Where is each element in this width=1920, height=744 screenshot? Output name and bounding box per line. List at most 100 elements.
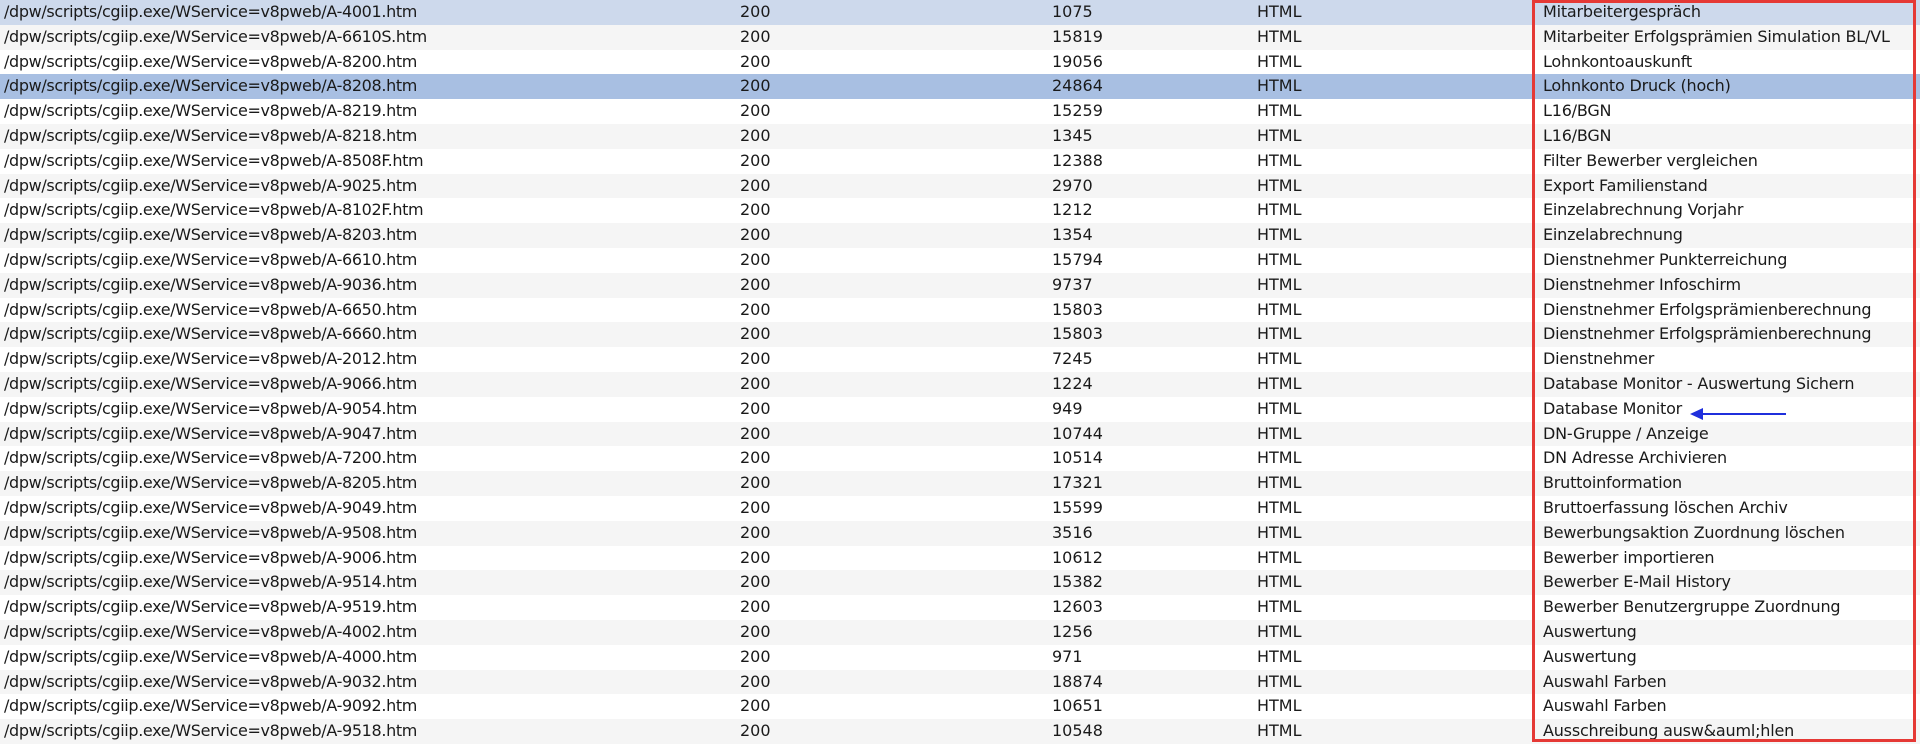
page-title-cell: Auswertung bbox=[1543, 646, 1637, 666]
content-type-cell: HTML bbox=[1257, 373, 1302, 393]
table-row[interactable]: /dpw/scripts/cgiip.exe/WService=v8pweb/A… bbox=[0, 50, 1920, 75]
page-title-cell: DN Adresse Archivieren bbox=[1543, 448, 1727, 468]
table-row[interactable]: /dpw/scripts/cgiip.exe/WService=v8pweb/A… bbox=[0, 248, 1920, 273]
table-row[interactable]: /dpw/scripts/cgiip.exe/WService=v8pweb/A… bbox=[0, 446, 1920, 471]
table-row[interactable]: /dpw/scripts/cgiip.exe/WService=v8pweb/A… bbox=[0, 298, 1920, 323]
status-code-cell: 200 bbox=[740, 721, 771, 741]
page-title-cell: Dienstnehmer bbox=[1543, 349, 1655, 369]
page-title-cell: Auswahl Farben bbox=[1543, 696, 1667, 716]
table-row[interactable]: /dpw/scripts/cgiip.exe/WService=v8pweb/A… bbox=[0, 0, 1920, 25]
table-row[interactable]: /dpw/scripts/cgiip.exe/WService=v8pweb/A… bbox=[0, 123, 1920, 149]
table-row[interactable]: /dpw/scripts/cgiip.exe/WService=v8pweb/A… bbox=[0, 322, 1920, 348]
response-size-cell: 1075 bbox=[1052, 2, 1093, 21]
table-row[interactable]: /dpw/scripts/cgiip.exe/WService=v8pweb/A… bbox=[0, 397, 1920, 422]
table-row[interactable]: /dpw/scripts/cgiip.exe/WService=v8pweb/A… bbox=[0, 496, 1920, 521]
content-type-cell: HTML bbox=[1257, 522, 1302, 542]
content-type-cell: HTML bbox=[1257, 721, 1302, 741]
page-title-cell: Database Monitor bbox=[1543, 398, 1683, 418]
status-code-cell: 200 bbox=[740, 448, 771, 468]
table-row[interactable]: /dpw/scripts/cgiip.exe/WService=v8pweb/A… bbox=[0, 694, 1920, 719]
table-row[interactable]: /dpw/scripts/cgiip.exe/WService=v8pweb/A… bbox=[0, 24, 1920, 50]
request-url-cell: /dpw/scripts/cgiip.exe/WService=v8pweb/A… bbox=[4, 448, 418, 468]
response-size-cell: 949 bbox=[1052, 398, 1083, 418]
table-row[interactable]: /dpw/scripts/cgiip.exe/WService=v8pweb/A… bbox=[0, 595, 1920, 620]
table-row[interactable]: /dpw/scripts/cgiip.exe/WService=v8pweb/A… bbox=[0, 619, 1920, 645]
request-url-cell: /dpw/scripts/cgiip.exe/WService=v8pweb/A… bbox=[4, 324, 418, 344]
request-url-cell: /dpw/scripts/cgiip.exe/WService=v8pweb/A… bbox=[4, 497, 418, 517]
request-url-cell: /dpw/scripts/cgiip.exe/WService=v8pweb/A… bbox=[4, 547, 418, 567]
response-size-cell: 18874 bbox=[1052, 671, 1103, 691]
request-url-cell: /dpw/scripts/cgiip.exe/WService=v8pweb/A… bbox=[4, 200, 424, 220]
page-title-cell: Bewerber importieren bbox=[1543, 547, 1715, 567]
content-type-cell: HTML bbox=[1257, 150, 1302, 170]
request-url-cell: /dpw/scripts/cgiip.exe/WService=v8pweb/A… bbox=[4, 671, 418, 691]
status-code-cell: 200 bbox=[740, 150, 771, 170]
table-row[interactable]: /dpw/scripts/cgiip.exe/WService=v8pweb/A… bbox=[0, 520, 1920, 546]
response-size-cell: 2970 bbox=[1052, 175, 1093, 195]
page-title-cell: Mitarbeiter Erfolgsprämien Simulation BL… bbox=[1543, 26, 1890, 46]
content-type-cell: HTML bbox=[1257, 299, 1302, 319]
table-row[interactable]: /dpw/scripts/cgiip.exe/WService=v8pweb/A… bbox=[0, 99, 1920, 124]
content-type-cell: HTML bbox=[1257, 225, 1302, 245]
request-url-cell: /dpw/scripts/cgiip.exe/WService=v8pweb/A… bbox=[4, 473, 418, 493]
response-size-cell: 1224 bbox=[1052, 373, 1093, 393]
content-type-cell: HTML bbox=[1257, 497, 1302, 517]
response-size-cell: 971 bbox=[1052, 646, 1083, 666]
response-size-cell: 15382 bbox=[1052, 572, 1103, 592]
table-row[interactable]: /dpw/scripts/cgiip.exe/WService=v8pweb/A… bbox=[0, 347, 1920, 372]
table-row[interactable]: /dpw/scripts/cgiip.exe/WService=v8pweb/A… bbox=[0, 669, 1920, 695]
status-code-cell: 200 bbox=[740, 373, 771, 393]
request-url-cell: /dpw/scripts/cgiip.exe/WService=v8pweb/A… bbox=[4, 621, 418, 641]
page-title-cell: Bruttoerfassung löschen Archiv bbox=[1543, 497, 1788, 517]
table-row[interactable]: /dpw/scripts/cgiip.exe/WService=v8pweb/A… bbox=[0, 546, 1920, 571]
page-title-cell: Bewerber Benutzergruppe Zuordnung bbox=[1543, 597, 1841, 617]
request-url-cell: /dpw/scripts/cgiip.exe/WService=v8pweb/A… bbox=[4, 696, 418, 716]
request-url-cell: /dpw/scripts/cgiip.exe/WService=v8pweb/A… bbox=[4, 175, 418, 195]
page-title-cell: Database Monitor - Auswertung Sichern bbox=[1543, 373, 1855, 393]
content-type-cell: HTML bbox=[1257, 51, 1302, 71]
request-url-cell: /dpw/scripts/cgiip.exe/WService=v8pweb/A… bbox=[4, 646, 418, 666]
page-title-cell: Bruttoinformation bbox=[1543, 473, 1682, 493]
page-title-cell: Dienstnehmer Punkterreichung bbox=[1543, 249, 1788, 269]
table-row[interactable]: /dpw/scripts/cgiip.exe/WService=v8pweb/A… bbox=[0, 471, 1920, 496]
request-url-cell: /dpw/scripts/cgiip.exe/WService=v8pweb/A… bbox=[4, 150, 424, 170]
table-row[interactable]: /dpw/scripts/cgiip.exe/WService=v8pweb/A… bbox=[0, 421, 1920, 447]
table-row[interactable]: /dpw/scripts/cgiip.exe/WService=v8pweb/A… bbox=[0, 645, 1920, 670]
response-size-cell: 12388 bbox=[1052, 150, 1103, 170]
status-code-cell: 200 bbox=[740, 398, 771, 418]
response-size-cell: 15259 bbox=[1052, 101, 1103, 121]
request-url-cell: /dpw/scripts/cgiip.exe/WService=v8pweb/A… bbox=[4, 101, 418, 121]
content-type-cell: HTML bbox=[1257, 423, 1302, 443]
response-size-cell: 15599 bbox=[1052, 497, 1103, 517]
table-row[interactable]: /dpw/scripts/cgiip.exe/WService=v8pweb/A… bbox=[0, 570, 1920, 596]
table-row[interactable]: /dpw/scripts/cgiip.exe/WService=v8pweb/A… bbox=[0, 719, 1920, 744]
content-type-cell: HTML bbox=[1257, 274, 1302, 294]
status-code-cell: 200 bbox=[740, 51, 771, 71]
table-row[interactable]: /dpw/scripts/cgiip.exe/WService=v8pweb/A… bbox=[0, 149, 1920, 174]
status-code-cell: 200 bbox=[740, 349, 771, 369]
content-type-cell: HTML bbox=[1257, 621, 1302, 641]
response-size-cell: 10612 bbox=[1052, 547, 1103, 567]
content-type-cell: HTML bbox=[1257, 349, 1302, 369]
request-url-cell: /dpw/scripts/cgiip.exe/WService=v8pweb/A… bbox=[4, 51, 418, 71]
status-code-cell: 200 bbox=[740, 76, 771, 96]
status-code-cell: 200 bbox=[740, 225, 771, 245]
table-row[interactable]: /dpw/scripts/cgiip.exe/WService=v8pweb/A… bbox=[0, 198, 1920, 223]
page-title-cell: Dienstnehmer Erfolgsprämienberechnung bbox=[1543, 299, 1872, 319]
table-row[interactable]: /dpw/scripts/cgiip.exe/WService=v8pweb/A… bbox=[0, 223, 1920, 248]
request-url-cell: /dpw/scripts/cgiip.exe/WService=v8pweb/A… bbox=[4, 125, 418, 145]
content-type-cell: HTML bbox=[1257, 125, 1302, 145]
status-code-cell: 200 bbox=[740, 671, 771, 691]
table-row[interactable]: /dpw/scripts/cgiip.exe/WService=v8pweb/A… bbox=[0, 272, 1920, 298]
content-type-cell: HTML bbox=[1257, 76, 1302, 96]
status-code-cell: 200 bbox=[740, 2, 771, 21]
table-row[interactable]: /dpw/scripts/cgiip.exe/WService=v8pweb/A… bbox=[0, 74, 1920, 100]
response-size-cell: 15803 bbox=[1052, 299, 1103, 319]
request-url-cell: /dpw/scripts/cgiip.exe/WService=v8pweb/A… bbox=[4, 249, 418, 269]
content-type-cell: HTML bbox=[1257, 671, 1302, 691]
request-url-cell: /dpw/scripts/cgiip.exe/WService=v8pweb/A… bbox=[4, 572, 418, 592]
page-title-cell: Auswahl Farben bbox=[1543, 671, 1667, 691]
table-row[interactable]: /dpw/scripts/cgiip.exe/WService=v8pweb/A… bbox=[0, 173, 1920, 199]
table-row[interactable]: /dpw/scripts/cgiip.exe/WService=v8pweb/A… bbox=[0, 371, 1920, 397]
request-url-cell: /dpw/scripts/cgiip.exe/WService=v8pweb/A… bbox=[4, 597, 418, 617]
